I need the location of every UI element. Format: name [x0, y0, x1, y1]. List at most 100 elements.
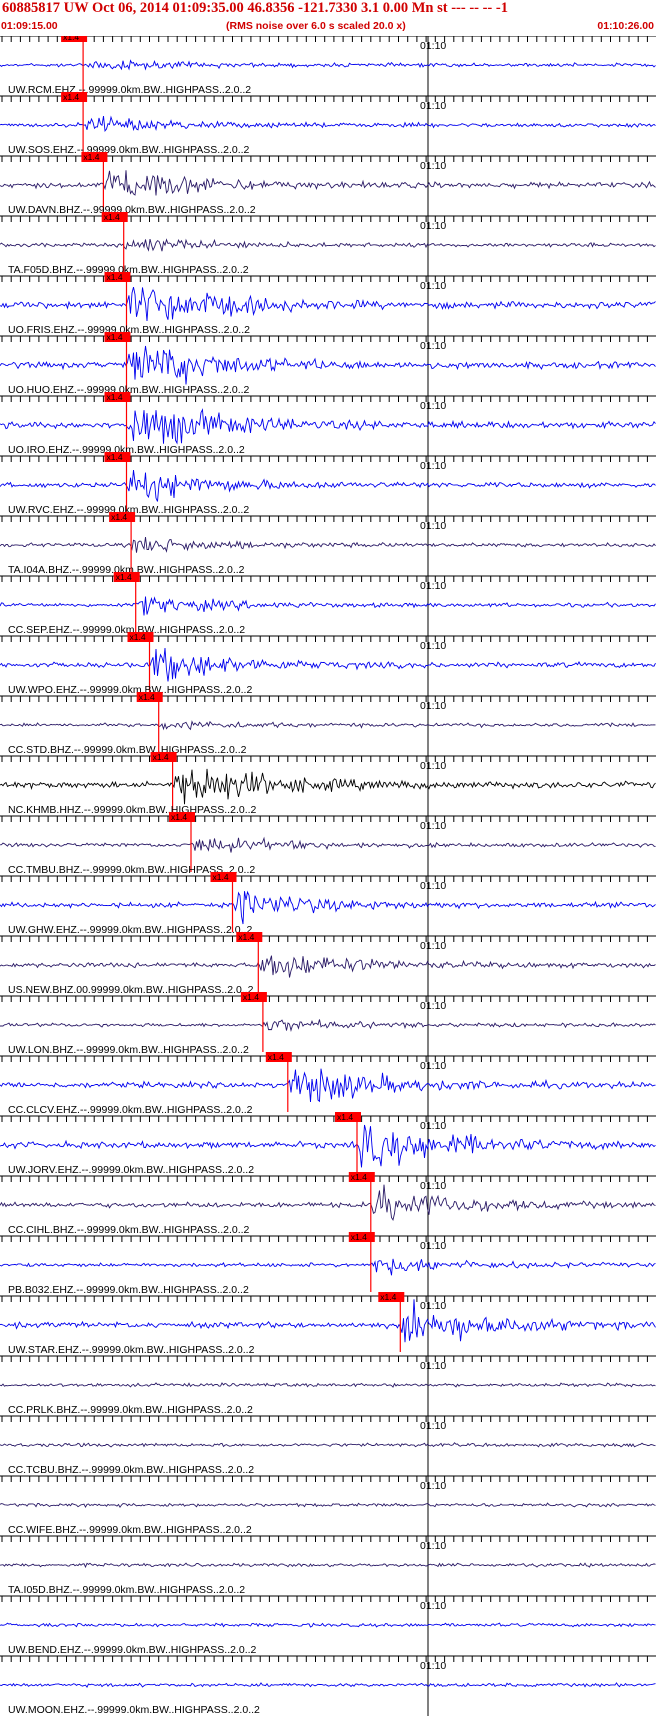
rms-noise-note: (RMS noise over 6.0 s scaled 20.0 x) [226, 20, 406, 32]
pick-label: x1.4 [139, 692, 155, 702]
waveform [0, 59, 656, 71]
trace-19: 01:10 x1.4 UW.JORV.EHZ.--.99999.0km.BW..HI… [0, 1112, 656, 1176]
trace-8: 01:10x1.4UW.RVC.EHZ.--.99999.0km.BW..HIG… [0, 452, 656, 516]
pick-label: x1.4 [107, 332, 123, 342]
waveform [0, 836, 656, 853]
station-label: UW.BEND.EHZ.--.99999.0km.BW..HIGHPASS..2… [8, 1644, 257, 1656]
trace-16: 01:10 x1.4 US.NEW.BHZ.00.99999.0km.BW..HIG… [0, 932, 656, 996]
waveform [0, 1184, 656, 1222]
minute-tick-label: 01:10 [420, 1660, 446, 1672]
trace-20: 01:10 x1.4 CC.CIHL.BHZ.--.99999.0km.BW..HI… [0, 1172, 656, 1236]
minute-tick-label: 01:10 [420, 760, 446, 772]
trace-18: 01:10 x1.4 CC.CLCV.EHZ.--.99999.0km.BW..HI… [0, 1052, 656, 1116]
waveform [0, 1442, 656, 1448]
station-label: UW.STAR.EHZ.--.99999.0km.BW..HIGHPASS..2… [8, 1344, 255, 1356]
minute-tick-label: 01:10 [420, 220, 446, 232]
waveform [0, 537, 656, 553]
waveform [0, 1682, 656, 1688]
station-label: CC.SEP.EHZ.--.99999.0km.BW..HIGHPASS..2.… [8, 624, 245, 636]
trace-10: 01:10 x1.4 CC.SEP.EHZ.--.99999.0km.BW..HIG… [0, 572, 656, 636]
station-label: NC.KHMB.HHZ.--.99999.0km.BW..HIGHPASS..2… [8, 804, 257, 816]
trace-24: 01:10 CC.TCBU.BHZ.--.99999.0km.BW..HIGHPA… [0, 1415, 656, 1476]
minute-tick-label: 01:10 [420, 700, 446, 712]
station-label: CC.STD.BHZ.--.99999.0km.BW..HIGHPASS..2.… [8, 744, 247, 756]
waveform [0, 1562, 656, 1569]
trace-5: 01:10x1.4UO.FRIS.EHZ.--.99999.0km.BW..HI… [0, 272, 656, 336]
trace-7: 01:10x1.4UO.IRO.EHZ.--.99999.0km.BW..HIG… [0, 392, 656, 456]
waveform [0, 1124, 656, 1168]
waveform [0, 768, 656, 805]
station-label: UW.RCM.EHZ.--.99999.0km.BW..HIGHPASS..2.… [8, 84, 251, 96]
minute-tick-label: 01:10 [420, 1300, 446, 1312]
waveform [0, 345, 656, 385]
station-label: UW.DAVN.BHZ.--.99999.0km.BW..HIGHPASS..2… [8, 204, 256, 216]
station-label: UW.GHW.EHZ.--.99999.0km.BW..HIGHPASS..2.… [8, 924, 252, 936]
trace-11: 01:10 x1.4 UW.WPO.EHZ.--.99999.0km.BW..HIG… [0, 632, 656, 696]
waveform [0, 1622, 656, 1628]
waveform [0, 238, 656, 252]
pick-label: x1.4 [107, 452, 123, 462]
pick-label: x1.4 [171, 812, 187, 822]
pick-label: x1.4 [111, 512, 127, 522]
minute-tick-label: 01:10 [420, 100, 446, 112]
station-label: UW.WPO.EHZ.--.99999.0km.BW..HIGHPASS..2.… [8, 684, 252, 696]
minute-tick-label: 01:10 [420, 1240, 446, 1252]
minute-tick-label: 01:10 [420, 1060, 446, 1072]
minute-tick-label: 01:10 [420, 160, 446, 172]
pick-label: x1.4 [380, 1292, 396, 1302]
waveform [0, 1502, 656, 1509]
event-title: 60885817 UW Oct 06, 2014 01:09:35.00 46.… [2, 0, 508, 16]
minute-tick-label: 01:10 [420, 40, 446, 52]
waveform [0, 470, 656, 502]
pick-label: x1.4 [104, 212, 120, 222]
trace-1: 01:10 x1.4 UW.RCM.EHZ.--.99999.0km.BW..HIG… [0, 36, 656, 96]
trace-15: 01:10 x1.4 UW.GHW.EHZ.--.99999.0km.BW..HIG… [0, 872, 656, 936]
minute-tick-label: 01:10 [420, 400, 446, 412]
station-label: TA.I05D.BHZ.--.99999.0km.BW..HIGHPASS..2… [8, 1584, 245, 1596]
minute-tick-label: 01:10 [420, 520, 446, 532]
minute-tick-label: 01:10 [420, 1540, 446, 1552]
minute-tick-label: 01:10 [420, 1180, 446, 1192]
pick-label: x1.4 [351, 1232, 367, 1242]
station-label: UW.LON.BHZ.--.99999.0km.BW..HIGHPASS..2.… [8, 1044, 249, 1056]
minute-tick-label: 01:10 [420, 940, 446, 952]
station-label: CC.CLCV.EHZ.--.99999.0km.BW..HIGHPASS..2… [8, 1104, 253, 1116]
trace-14: 01:10x1.4CC.TMBU.BHZ.--.99999.0km.BW..HI… [0, 812, 656, 876]
seismogram-plot: 01:10 x1.4 UW.RCM.EHZ.--.99999.0km.BW..HIG… [0, 36, 656, 1716]
station-label: CC.TCBU.BHZ.--.99999.0km.BW..HIGHPASS..2… [8, 1464, 254, 1476]
station-label: CC.WIFE.BHZ.--.99999.0km.BW..HIGHPASS..2… [8, 1524, 252, 1536]
pick-label: x1.4 [83, 152, 99, 162]
minute-tick-label: 01:10 [420, 880, 446, 892]
minute-tick-label: 01:10 [420, 1600, 446, 1612]
waveform [0, 890, 656, 925]
minute-tick-label: 01:10 [420, 280, 446, 292]
pick-label: x1.4 [243, 992, 259, 1002]
waveform [0, 1258, 656, 1276]
trace-22: 01:10 x1.4 UW.STAR.EHZ.--.99999.0km.BW..HI… [0, 1292, 656, 1356]
start-time-label: 01:09:15.00 [1, 20, 58, 32]
minute-tick-label: 01:10 [420, 340, 446, 352]
pick-label: x1.4 [116, 572, 132, 582]
waveform [0, 1019, 656, 1033]
waveform [0, 1382, 656, 1388]
minute-tick-label: 01:10 [420, 1480, 446, 1492]
pick-label: x1.4 [337, 1112, 353, 1122]
waveform [0, 170, 656, 196]
waveform [0, 955, 656, 978]
station-label: UW.SOS.EHZ.--.99999.0km.BW..HIGHPASS..2.… [8, 144, 250, 156]
pick-label: x1.4 [238, 932, 254, 942]
station-label: PB.B032.EHZ.--.99999.0km.BW..HIGHPASS..2… [8, 1284, 249, 1296]
pick-label: x1.4 [63, 36, 79, 42]
trace-12: 01:10 x1.4 CC.STD.BHZ.--.99999.0km.BW..HIG… [0, 692, 656, 756]
pick-label: x1.4 [130, 632, 146, 642]
trace-9: 01:10x1.4TA.I04A.BHZ.--.99999.0km.BW..HI… [0, 512, 656, 576]
waveform [0, 1299, 656, 1343]
minute-tick-label: 01:10 [420, 460, 446, 472]
trace-25: 01:10 CC.WIFE.BHZ.--.99999.0km.BW..HIGHPA… [0, 1475, 656, 1536]
trace-2: 01:10 x1.4 UW.SOS.EHZ.--.99999.0km.BW..HIG… [0, 92, 656, 156]
trace-26: 01:10 TA.I05D.BHZ.--.99999.0km.BW..HIGHPA… [0, 1535, 656, 1596]
trace-21: 01:10 x1.4 PB.B032.EHZ.--.99999.0km.BW..HI… [0, 1232, 656, 1296]
trace-23: 01:10 CC.PRLK.BHZ.--.99999.0km.BW..HIGHPA… [0, 1355, 656, 1416]
waveform [0, 1068, 656, 1103]
pick-label: x1.4 [213, 872, 229, 882]
